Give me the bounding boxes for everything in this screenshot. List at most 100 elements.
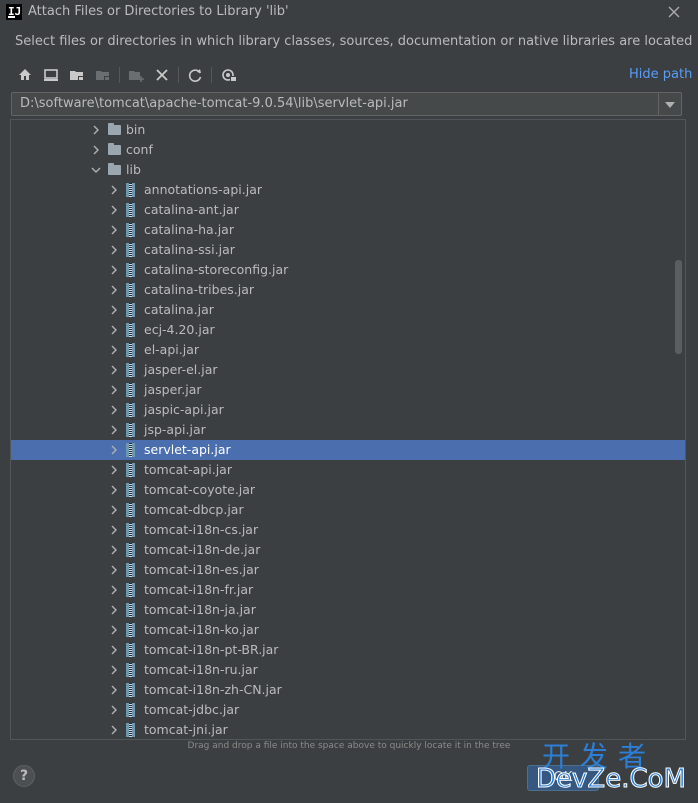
tree-file-row[interactable]: tomcat-i18n-ja.jar [11, 600, 685, 620]
chevron-right-icon[interactable] [109, 585, 119, 595]
refresh-button[interactable] [185, 64, 205, 86]
chevron-right-icon[interactable] [109, 305, 119, 315]
chevron-right-icon[interactable] [109, 685, 119, 695]
chevron-right-icon[interactable] [109, 505, 119, 515]
toolbar-separator [119, 67, 120, 83]
chevron-right-icon[interactable] [109, 485, 119, 495]
tree-file-row[interactable]: ecj-4.20.jar [11, 320, 685, 340]
chevron-right-icon[interactable] [109, 725, 119, 735]
tree-item-label: catalina.jar [144, 302, 214, 317]
tree-file-row[interactable]: catalina-ant.jar [11, 200, 685, 220]
dialog-description: Select files or directories in which lib… [15, 34, 693, 49]
tree-file-row[interactable]: catalina-storeconfig.jar [11, 260, 685, 280]
desktop-button[interactable] [41, 64, 61, 86]
path-combobox[interactable]: D:\software\tomcat\apache-tomcat-9.0.54\… [11, 92, 682, 116]
tree-file-row[interactable]: tomcat-dbcp.jar [11, 500, 685, 520]
chevron-down-icon[interactable] [91, 165, 101, 175]
chevron-right-icon[interactable] [109, 245, 119, 255]
tree-item-label: catalina-ha.jar [144, 222, 234, 237]
tree-item-label: tomcat-jdbc.jar [144, 702, 240, 717]
chevron-right-icon[interactable] [109, 525, 119, 535]
tree-file-row[interactable]: tomcat-i18n-pt-BR.jar [11, 640, 685, 660]
chevron-right-icon[interactable] [109, 205, 119, 215]
tree-file-row[interactable]: jsp-api.jar [11, 420, 685, 440]
chevron-right-icon[interactable] [109, 405, 119, 415]
tree-file-row[interactable]: tomcat-jdbc.jar [11, 700, 685, 720]
hide-path-link[interactable]: Hide path [629, 67, 692, 82]
jar-file-icon [126, 723, 135, 737]
chevron-right-icon[interactable] [109, 325, 119, 335]
chevron-right-icon[interactable] [109, 605, 119, 615]
jar-file-icon [126, 283, 135, 297]
tree-folder-row[interactable]: bin [11, 120, 685, 140]
chevron-down-icon[interactable] [658, 93, 681, 115]
home-button[interactable] [15, 64, 35, 86]
tree-item-label: tomcat-i18n-pt-BR.jar [144, 642, 279, 657]
tree-item-label: tomcat-i18n-ja.jar [144, 602, 256, 617]
jar-file-icon [126, 183, 135, 197]
delete-button[interactable] [152, 64, 172, 86]
tree-file-row[interactable]: jasper.jar [11, 380, 685, 400]
chevron-right-icon[interactable] [109, 345, 119, 355]
tree-folder-row[interactable]: conf [11, 140, 685, 160]
chevron-right-icon[interactable] [91, 145, 101, 155]
chevron-right-icon[interactable] [109, 625, 119, 635]
jar-file-icon [126, 703, 135, 717]
project-folder-button[interactable] [67, 64, 87, 86]
tree-file-row[interactable]: catalina-ha.jar [11, 220, 685, 240]
close-button[interactable] [664, 2, 684, 22]
show-hidden-button[interactable] [219, 64, 239, 86]
chevron-right-icon[interactable] [109, 705, 119, 715]
file-tree[interactable]: bin conf lib annotations-api.jar catalina-an… [10, 119, 686, 740]
tree-file-row[interactable]: tomcat-i18n-de.jar [11, 540, 685, 560]
chevron-right-icon[interactable] [109, 385, 119, 395]
chevron-right-icon[interactable] [109, 425, 119, 435]
tree-file-row[interactable]: tomcat-i18n-es.jar [11, 560, 685, 580]
jar-file-icon [126, 603, 135, 617]
title-bar: IJ Attach Files or Directories to Librar… [0, 0, 698, 24]
chevron-right-icon[interactable] [109, 285, 119, 295]
tree-file-row[interactable]: annotations-api.jar [11, 180, 685, 200]
tree-file-row[interactable]: servlet-api.jar [11, 440, 685, 460]
tree-folder-row[interactable]: lib [11, 160, 685, 180]
chevron-right-icon[interactable] [109, 465, 119, 475]
chevron-right-icon[interactable] [109, 365, 119, 375]
tree-file-row[interactable]: jaspic-api.jar [11, 400, 685, 420]
module-folder-button[interactable] [93, 64, 113, 86]
window-title: Attach Files or Directories to Library '… [28, 4, 289, 19]
chevron-right-icon[interactable] [109, 645, 119, 655]
tree-file-row[interactable]: tomcat-i18n-fr.jar [11, 580, 685, 600]
tree-file-row[interactable]: tomcat-api.jar [11, 460, 685, 480]
tree-item-label: tomcat-i18n-fr.jar [144, 582, 254, 597]
chevron-right-icon[interactable] [109, 225, 119, 235]
chevron-right-icon[interactable] [91, 125, 101, 135]
tree-scrollbar[interactable] [675, 260, 682, 354]
tree-item-label: tomcat-i18n-ko.jar [144, 622, 259, 637]
tree-file-row[interactable]: jasper-el.jar [11, 360, 685, 380]
tree-file-row[interactable]: tomcat-i18n-zh-CN.jar [11, 680, 685, 700]
folder-icon [108, 163, 121, 175]
tree-item-label: jasper-el.jar [144, 362, 218, 377]
tree-file-row[interactable]: tomcat-i18n-ru.jar [11, 660, 685, 680]
chevron-right-icon[interactable] [109, 185, 119, 195]
chevron-right-icon[interactable] [109, 265, 119, 275]
tree-file-row[interactable]: tomcat-i18n-ko.jar [11, 620, 685, 640]
chevron-right-icon[interactable] [109, 665, 119, 675]
tree-file-row[interactable]: catalina-tribes.jar [11, 280, 685, 300]
tree-file-row[interactable]: catalina.jar [11, 300, 685, 320]
tree-file-row[interactable]: el-api.jar [11, 340, 685, 360]
path-input[interactable]: D:\software\tomcat\apache-tomcat-9.0.54\… [20, 96, 408, 111]
tree-file-row[interactable]: tomcat-coyote.jar [11, 480, 685, 500]
jar-file-icon [126, 583, 135, 597]
jar-file-icon [126, 463, 135, 477]
tree-file-row[interactable]: tomcat-i18n-cs.jar [11, 520, 685, 540]
jar-file-icon [126, 323, 135, 337]
help-button[interactable]: ? [13, 765, 35, 787]
chevron-right-icon[interactable] [109, 565, 119, 575]
chevron-right-icon[interactable] [109, 445, 119, 455]
tree-item-label: annotations-api.jar [144, 182, 262, 197]
jar-file-icon [126, 223, 135, 237]
new-folder-button[interactable] [126, 64, 146, 86]
tree-file-row[interactable]: catalina-ssi.jar [11, 240, 685, 260]
chevron-right-icon[interactable] [109, 545, 119, 555]
